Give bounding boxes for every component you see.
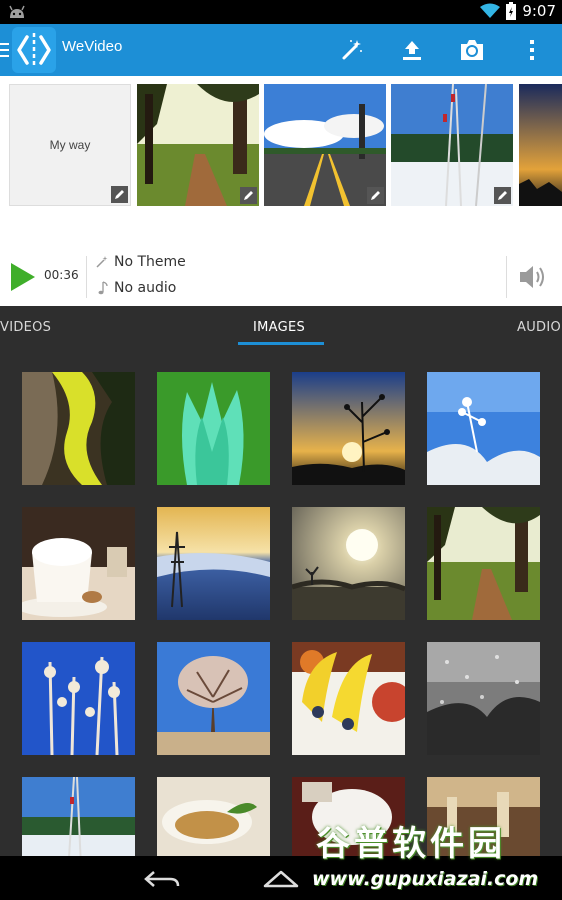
image-sunset-plant	[292, 372, 405, 485]
image-tea-cup	[157, 777, 270, 856]
android-icon	[9, 5, 25, 18]
theme-selector[interactable]: No Theme	[96, 254, 186, 270]
magic-wand-button[interactable]	[338, 36, 366, 64]
timeline-clip[interactable]	[137, 84, 259, 206]
timeline-clip[interactable]	[391, 84, 513, 206]
image-snow-poles	[22, 777, 135, 856]
home-icon[interactable]	[261, 866, 301, 892]
watermark-logo: 谷普软件园 www.gupuxiazai.com	[308, 812, 558, 898]
gallery-image[interactable]	[22, 372, 135, 485]
pencil-icon	[115, 190, 124, 199]
clock: 9:07	[522, 2, 556, 20]
gallery-image[interactable]	[22, 777, 135, 856]
image-rain-window	[427, 642, 540, 755]
title-clip-label: My way	[49, 138, 91, 152]
timeline-clip[interactable]	[264, 84, 386, 206]
edit-clip-button[interactable]	[494, 187, 511, 204]
back-icon[interactable]	[142, 866, 182, 892]
overflow-menu-icon	[530, 40, 534, 60]
drawer-menu-icon[interactable]	[0, 42, 9, 58]
magic-wand-icon	[342, 40, 362, 60]
image-green-flower	[157, 372, 270, 485]
image-power-tower-fog	[157, 507, 270, 620]
image-bananas	[292, 642, 405, 755]
audio-label: No audio	[114, 280, 177, 296]
image-yellow-moss	[22, 372, 135, 485]
app-logo[interactable]	[12, 27, 56, 73]
edit-clip-button[interactable]	[111, 186, 128, 203]
magic-wand-icon	[96, 256, 108, 268]
divider	[86, 256, 87, 298]
clip-image-sunset	[519, 84, 562, 206]
watermark-chinese: 谷普软件园	[316, 824, 506, 864]
image-lone-tree	[157, 642, 270, 755]
gallery-image[interactable]	[292, 642, 405, 755]
gallery-image[interactable]	[157, 642, 270, 755]
upload-button[interactable]	[398, 36, 426, 64]
image-white-blossom	[427, 372, 540, 485]
watermark-url: www.gupuxiazai.com	[312, 868, 539, 890]
wifi-icon	[480, 3, 501, 18]
gallery-image[interactable]	[427, 372, 540, 485]
gallery-image[interactable]	[427, 507, 540, 620]
tab-audio[interactable]: AUDIO	[517, 320, 561, 335]
tab-images[interactable]: IMAGES	[253, 320, 305, 335]
app-title: WeVideo	[62, 38, 123, 55]
gallery-image[interactable]	[157, 507, 270, 620]
image-gallery	[0, 352, 562, 856]
media-tabs: VIDEOS IMAGES AUDIO	[0, 306, 562, 352]
duration-label: 00:36	[44, 268, 79, 282]
action-bar: WeVideo	[0, 24, 562, 76]
image-forest-path	[427, 507, 540, 620]
camera-button[interactable]	[458, 36, 486, 64]
wevideo-logo-icon	[17, 33, 51, 67]
status-bar: 9:07	[0, 0, 562, 24]
divider	[506, 256, 507, 298]
player-controls: 00:36 No Theme No audio	[0, 248, 562, 306]
overflow-menu-button[interactable]	[518, 36, 546, 64]
camera-icon	[461, 40, 483, 60]
gallery-image[interactable]	[292, 507, 405, 620]
gallery-image[interactable]	[157, 372, 270, 485]
image-coffee-cup	[22, 507, 135, 620]
pencil-icon	[371, 191, 380, 200]
volume-icon[interactable]	[518, 263, 548, 291]
title-clip[interactable]: My way	[9, 84, 131, 206]
image-white-flowers-sky	[22, 642, 135, 755]
gallery-image[interactable]	[22, 507, 135, 620]
timeline-clip[interactable]	[519, 84, 562, 206]
pencil-icon	[244, 191, 253, 200]
battery-icon	[506, 2, 517, 20]
music-note-icon	[98, 281, 108, 295]
upload-icon	[403, 41, 421, 60]
tab-videos[interactable]: VIDEOS	[0, 320, 51, 335]
theme-label: No Theme	[114, 254, 186, 270]
timeline-panel: My way 00:36 No Theme No audio	[0, 76, 562, 306]
audio-selector[interactable]: No audio	[96, 280, 176, 296]
pencil-icon	[498, 191, 507, 200]
edit-clip-button[interactable]	[367, 187, 384, 204]
gallery-image[interactable]	[292, 372, 405, 485]
image-sun-fog	[292, 507, 405, 620]
play-button[interactable]	[10, 262, 36, 292]
edit-clip-button[interactable]	[240, 187, 257, 204]
gallery-image[interactable]	[22, 642, 135, 755]
active-tab-indicator	[238, 342, 324, 345]
gallery-image[interactable]	[157, 777, 270, 856]
gallery-image[interactable]	[427, 642, 540, 755]
